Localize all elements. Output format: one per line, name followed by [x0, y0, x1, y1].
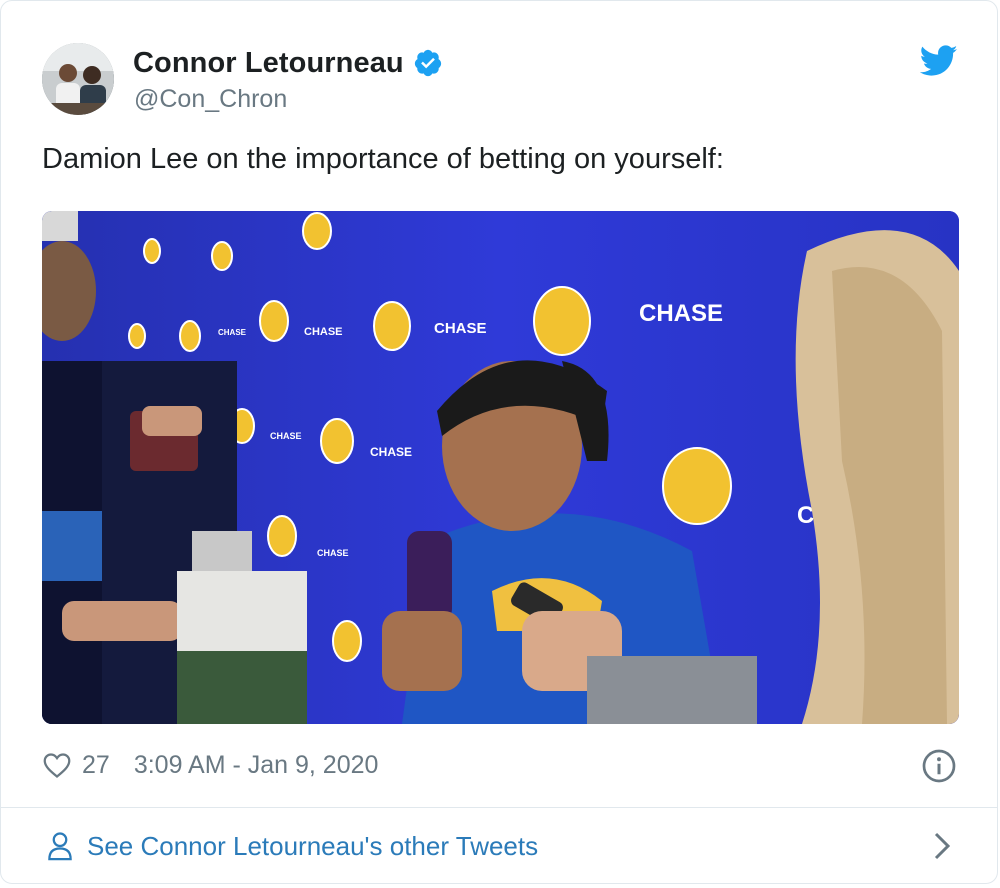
backdrop-chase-text: CHASE — [370, 445, 412, 459]
video-thumbnail: CHASE CHASE CHASE CHASE CHASE CHASE CHAS… — [42, 211, 959, 724]
tweet-text: Damion Lee on the importance of betting … — [42, 143, 724, 175]
heart-icon[interactable] — [42, 751, 72, 779]
avatar-photo — [42, 43, 114, 115]
author-avatar[interactable] — [42, 43, 114, 115]
info-icon[interactable] — [921, 748, 957, 784]
tweet-card[interactable]: Connor Letourneau @Con_Chron Damion Lee … — [0, 0, 998, 884]
backdrop-chase-text: CHASE — [218, 328, 247, 337]
like-count[interactable]: 27 — [82, 751, 110, 780]
other-tweets-link[interactable]: See Connor Letourneau's other Tweets — [47, 825, 538, 867]
author-display-name[interactable]: Connor Letourneau — [133, 47, 404, 80]
footer-divider — [1, 807, 997, 808]
author-handle[interactable]: @Con_Chron — [134, 85, 287, 114]
tweet-video[interactable]: CHASE CHASE CHASE CHASE CHASE CHASE CHAS… — [42, 211, 959, 724]
chevron-right-icon[interactable] — [932, 831, 952, 861]
tweet-timestamp[interactable]: 3:09 AM - Jan 9, 2020 — [134, 751, 379, 780]
backdrop-chase-text: CHASE — [304, 326, 343, 338]
backdrop-chase-text: CHASE — [434, 320, 487, 337]
other-tweets-label[interactable]: See Connor Letourneau's other Tweets — [87, 831, 538, 862]
backdrop-chase-text: CHASE — [270, 431, 302, 441]
person-icon — [48, 832, 72, 861]
verified-badge-icon — [414, 49, 441, 77]
backdrop-chase-text: CHASE — [639, 300, 723, 327]
backdrop-chase-text: CHASE — [317, 548, 349, 558]
twitter-bird-icon[interactable] — [920, 45, 958, 77]
